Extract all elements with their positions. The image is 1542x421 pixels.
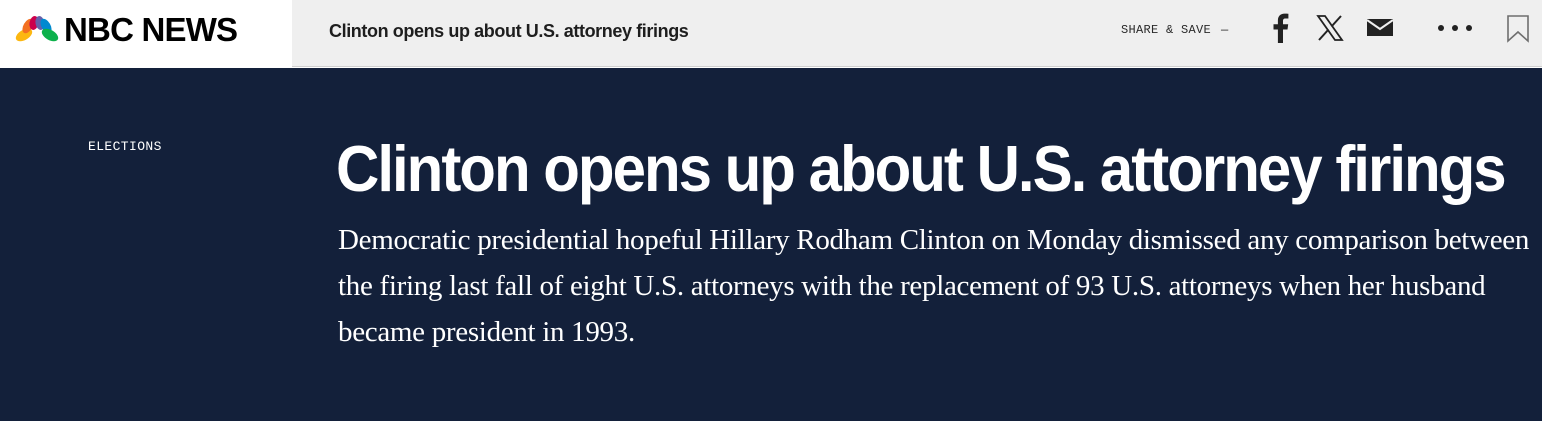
logo-wordmark: NBC NEWS bbox=[64, 11, 238, 48]
article-headline: Clinton opens up about U.S. attorney fir… bbox=[336, 132, 1507, 205]
more-icon bbox=[1438, 25, 1472, 31]
site-header: NBC NEWS Clinton opens up about U.S. att… bbox=[0, 0, 1542, 67]
header-article-title: Clinton opens up about U.S. attorney fir… bbox=[329, 21, 689, 41]
bookmark-icon bbox=[1507, 15, 1529, 43]
save-bookmark-button[interactable] bbox=[1506, 14, 1530, 44]
share-save-divider: — bbox=[1221, 23, 1229, 37]
nbc-news-logo-link[interactable]: NBC NEWS bbox=[0, 0, 292, 67]
section-label-elections[interactable]: ELECTIONS bbox=[88, 139, 162, 155]
facebook-icon bbox=[1273, 13, 1289, 43]
email-share-button[interactable] bbox=[1366, 18, 1396, 38]
facebook-share-button[interactable] bbox=[1269, 13, 1291, 43]
x-icon bbox=[1316, 15, 1344, 41]
share-save-label: SHARE & SAVE bbox=[1121, 23, 1212, 37]
nbc-peacock-icon bbox=[15, 16, 59, 42]
article-dek: Democratic presidential hopeful Hillary … bbox=[338, 224, 1530, 348]
mail-icon bbox=[1366, 19, 1394, 36]
x-share-button[interactable] bbox=[1316, 14, 1344, 42]
more-options-button[interactable] bbox=[1436, 22, 1474, 34]
